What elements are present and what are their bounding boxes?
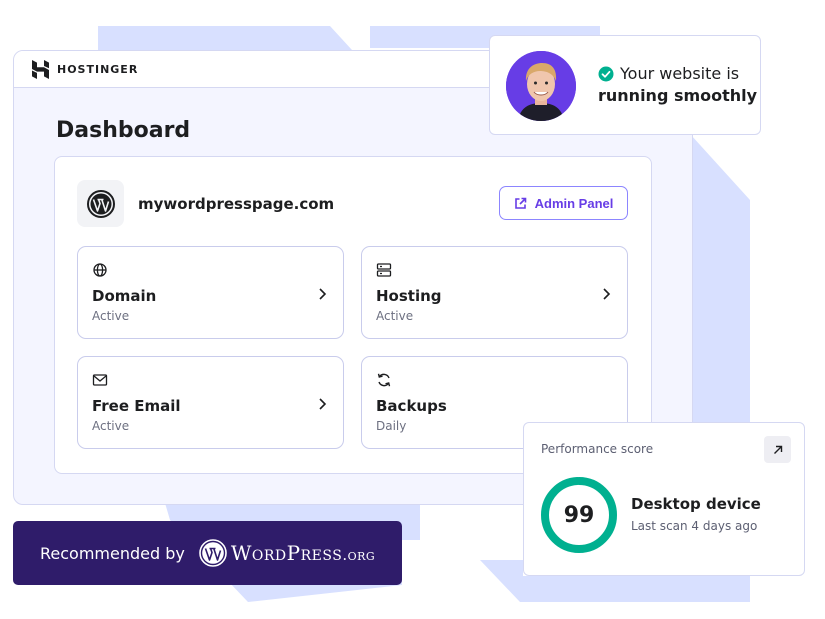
score-value: 99 xyxy=(563,502,595,528)
performance-link-button[interactable] xyxy=(764,436,791,463)
wordpress-wordmark: WordPress.org xyxy=(231,541,375,565)
wordpress-icon xyxy=(86,189,115,218)
brand: HOSTINGER xyxy=(32,59,139,79)
arrow-up-right-icon xyxy=(773,445,782,454)
tile-status: Active xyxy=(376,309,414,323)
status-card: Your website is running smoothly xyxy=(489,35,761,135)
performance-card: Performance score 99 Desktop device Last… xyxy=(523,422,805,576)
recommended-text: Recommended by xyxy=(40,543,185,563)
site-name: mywordpresspage.com xyxy=(138,194,335,213)
globe-icon xyxy=(93,263,107,277)
mail-icon xyxy=(92,374,108,386)
wordpress-logo-icon xyxy=(199,539,227,567)
external-link-icon xyxy=(514,197,526,209)
chevron-right-icon xyxy=(319,288,327,300)
tile-status: Active xyxy=(92,419,130,433)
server-icon xyxy=(376,263,392,277)
site-row: mywordpresspage.com xyxy=(77,180,334,227)
recommended-banner: Recommended by WordPress.org xyxy=(13,521,402,585)
wordpress-word: WordPress xyxy=(230,541,343,565)
admin-panel-button[interactable]: Admin Panel xyxy=(499,186,628,220)
tile-status: Active xyxy=(92,309,130,323)
status-line-1-text: Your website is xyxy=(620,64,740,83)
wordpress-org-suffix: .org xyxy=(342,546,376,564)
tile-label: Hosting xyxy=(376,287,442,305)
tile-label: Domain xyxy=(92,287,157,305)
tile-status: Daily xyxy=(376,419,407,433)
wordpress-badge xyxy=(77,180,124,227)
status-text: Your website is running smoothly xyxy=(598,63,757,107)
chevron-right-icon xyxy=(319,398,327,410)
user-photo-icon xyxy=(506,51,576,121)
tile-label: Free Email xyxy=(92,397,181,415)
status-line-2: running smoothly xyxy=(598,86,758,105)
tile-hosting[interactable]: Hosting Active xyxy=(361,246,628,339)
brand-name: HOSTINGER xyxy=(57,62,139,76)
hostinger-logo-icon xyxy=(32,59,49,79)
chevron-right-icon xyxy=(603,288,611,300)
tile-free-email[interactable]: Free Email Active xyxy=(77,356,344,449)
admin-panel-label: Admin Panel xyxy=(534,195,614,211)
tile-label: Backups xyxy=(376,397,447,415)
check-circle-icon xyxy=(598,66,614,82)
refresh-icon xyxy=(377,373,391,387)
avatar xyxy=(506,51,576,121)
page-title: Dashboard xyxy=(56,118,191,143)
status-line-1: Your website is xyxy=(598,63,757,85)
performance-label: Performance score xyxy=(541,442,654,456)
tile-domain[interactable]: Domain Active xyxy=(77,246,344,339)
device-label: Desktop device xyxy=(631,495,761,513)
last-scan-label: Last scan 4 days ago xyxy=(631,519,758,533)
